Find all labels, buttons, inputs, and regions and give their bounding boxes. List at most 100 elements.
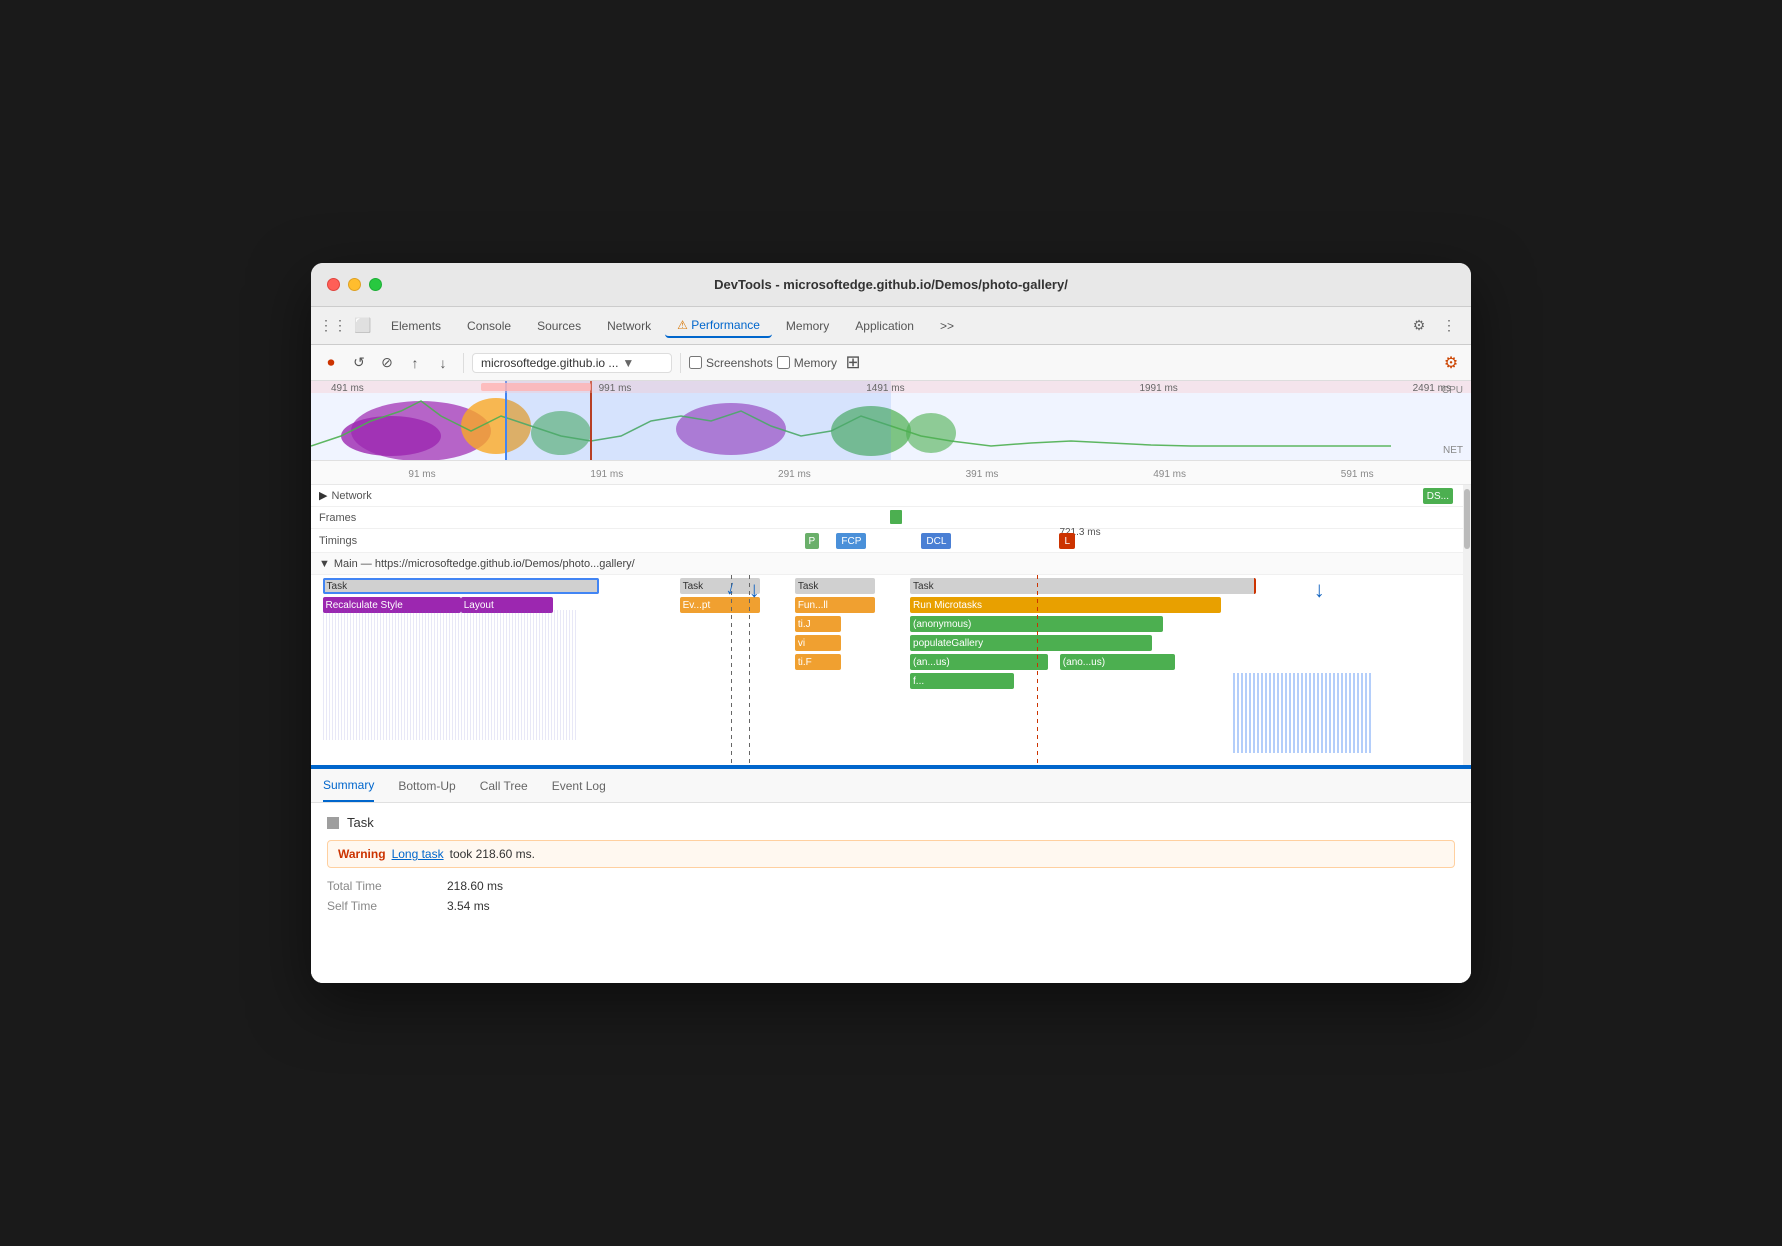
network-label: Network — [331, 490, 371, 502]
timing-dcl-chip: DCL — [921, 533, 951, 549]
upload-button[interactable]: ↑ — [403, 351, 427, 375]
task-color-icon — [327, 817, 339, 829]
devtools-window: DevTools - microsoftedge.github.io/Demos… — [311, 263, 1471, 983]
time-391: 391 ms — [966, 469, 999, 480]
warning-text: took 218.60 ms. — [450, 847, 535, 861]
main-label-text: Main — https://microsoftedge.github.io/D… — [334, 558, 635, 570]
performance-toolbar: ⏺ ↺ ⊘ ↑ ↓ microsoftedge.github.io ... ▼ … — [311, 345, 1471, 381]
devtools-tab-bar: ⋮⋮ ⬜ Elements Console Sources Network ⚠ … — [311, 307, 1471, 345]
timing-p-chip: P — [805, 533, 820, 549]
tab-performance[interactable]: ⚠ ⚠ Performance Performance — [665, 314, 772, 338]
settings-icon[interactable]: ⚙ — [1405, 312, 1433, 340]
tab-more[interactable]: >> — [928, 315, 966, 337]
maximize-button[interactable] — [369, 278, 382, 291]
anon-us-bar1[interactable]: (an...us) — [910, 654, 1048, 670]
timings-label: Timings — [319, 535, 357, 547]
total-time-row: Total Time 218.60 ms — [327, 876, 1455, 896]
dense-tasks-right — [1233, 673, 1371, 753]
minimize-button[interactable] — [348, 278, 361, 291]
flame-noise-left — [323, 610, 576, 740]
flame-chart: ↓ ↓ ↓ Task Task Task Task — [311, 575, 1463, 765]
vline-red — [1037, 575, 1038, 765]
time-491: 491 ms — [1153, 469, 1186, 480]
anon-us-bar2[interactable]: (ano...us) — [1060, 654, 1175, 670]
main-expand-icon[interactable]: ▼ — [319, 558, 330, 570]
task-label: Task — [347, 815, 374, 830]
cpu-throttle-icon[interactable]: ⊞ — [841, 351, 865, 375]
device-toggle-icon[interactable]: ⬜ — [349, 312, 377, 340]
memory-checkbox-group: Memory — [777, 356, 837, 370]
tab-console[interactable]: Console — [455, 315, 523, 337]
funll-bar[interactable]: Fun...ll — [795, 597, 876, 613]
tif-bar[interactable]: ti.F — [795, 654, 841, 670]
screenshots-checkbox-group: Screenshots — [689, 356, 773, 370]
network-ds-chip: DS... — [1423, 488, 1453, 504]
self-time-value: 3.54 ms — [447, 899, 490, 913]
window-title: DevTools - microsoftedge.github.io/Demos… — [714, 277, 1068, 292]
close-button[interactable] — [327, 278, 340, 291]
task-bar-4[interactable]: Task — [910, 578, 1256, 594]
tab-elements[interactable]: Elements — [379, 315, 453, 337]
tab-sources[interactable]: Sources — [525, 315, 593, 337]
task-bar-3[interactable]: Task — [795, 578, 876, 594]
reload-button[interactable]: ↺ — [347, 351, 371, 375]
net-label: NET — [1443, 445, 1463, 456]
cpu-overview-chart: CPU NET 491 ms 991 ms 1491 ms 1991 ms 24… — [311, 381, 1471, 461]
perf-settings-icon[interactable]: ⚙ — [1439, 351, 1463, 375]
vi-bar[interactable]: vi — [795, 635, 841, 651]
frame-chip — [890, 510, 902, 524]
more-options-icon[interactable]: ⋮ — [1435, 312, 1463, 340]
network-expand-icon[interactable]: ▶ — [319, 489, 327, 502]
time-ruler: 91 ms 191 ms 291 ms 391 ms 491 ms 591 ms — [311, 461, 1471, 485]
vline-2 — [749, 575, 750, 765]
summary-task-title: Task — [327, 815, 1455, 830]
frames-label: Frames — [319, 512, 356, 524]
warning-triangle-icon: ⚠ — [677, 318, 688, 332]
tab-event-log[interactable]: Event Log — [552, 771, 606, 801]
populate-gallery-bar[interactable]: populateGallery — [910, 635, 1152, 651]
vline-1 — [731, 575, 732, 765]
clear-button[interactable]: ⊘ — [375, 351, 399, 375]
tab-memory[interactable]: Memory — [774, 315, 841, 337]
time-91: 91 ms — [408, 469, 435, 480]
dropdown-icon[interactable]: ▼ — [622, 356, 634, 370]
flamegraph-container: ▶ Network DS... Frames — [311, 485, 1471, 765]
timestamps-top: 491 ms 991 ms 1491 ms 1991 ms 2491 ms — [311, 383, 1471, 394]
task-bar-1[interactable]: Task — [323, 578, 599, 594]
record-button[interactable]: ⏺ — [319, 351, 343, 375]
inspector-icon[interactable]: ⋮⋮ — [319, 312, 347, 340]
flame-row-1: Task Task Task Task — [311, 577, 1463, 595]
f-bar[interactable]: f... — [910, 673, 1014, 689]
total-time-label: Total Time — [327, 879, 407, 893]
summary-panel: Task Warning Long task took 218.60 ms. T… — [311, 803, 1471, 983]
vertical-scrollbar[interactable] — [1463, 485, 1471, 765]
tab-summary[interactable]: Summary — [323, 770, 374, 802]
long-task-link[interactable]: Long task — [392, 847, 444, 861]
bottom-tab-bar: Summary Bottom-Up Call Tree Event Log — [311, 767, 1471, 803]
scrollbar-thumb[interactable] — [1464, 489, 1470, 549]
traffic-lights — [327, 278, 382, 291]
tab-bottom-up[interactable]: Bottom-Up — [398, 771, 455, 801]
self-time-label: Self Time — [327, 899, 407, 913]
tij-bar[interactable]: ti.J — [795, 616, 841, 632]
timings-row: Timings 721.3 ms P FCP DCL L — [311, 529, 1463, 553]
tab-call-tree[interactable]: Call Tree — [480, 771, 528, 801]
warning-row: Warning Long task took 218.60 ms. — [327, 840, 1455, 868]
url-display: microsoftedge.github.io ... ▼ — [472, 353, 672, 373]
network-row: ▶ Network DS... — [311, 485, 1463, 507]
frames-row: Frames — [311, 507, 1463, 529]
self-time-row: Self Time 3.54 ms — [327, 896, 1455, 916]
memory-checkbox[interactable] — [777, 356, 790, 369]
download-button[interactable]: ↓ — [431, 351, 455, 375]
tab-network[interactable]: Network — [595, 315, 663, 337]
warning-label: Warning — [338, 847, 386, 861]
time-591: 591 ms — [1341, 469, 1374, 480]
run-microtasks-bar[interactable]: Run Microtasks — [910, 597, 1221, 613]
screenshots-checkbox[interactable] — [689, 356, 702, 369]
title-bar: DevTools - microsoftedge.github.io/Demos… — [311, 263, 1471, 307]
tab-application[interactable]: Application — [843, 315, 926, 337]
timing-l-chip: L — [1059, 533, 1075, 549]
timing-fcp-chip: FCP — [836, 533, 866, 549]
time-291: 291 ms — [778, 469, 811, 480]
main-row-label: ▼ Main — https://microsoftedge.github.io… — [311, 553, 1463, 575]
